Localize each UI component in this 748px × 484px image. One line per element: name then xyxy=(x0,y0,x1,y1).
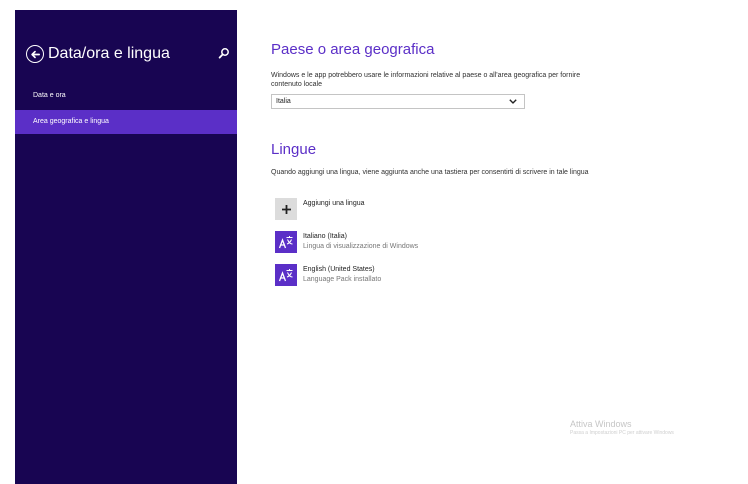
language-name: English (United States) xyxy=(303,266,375,273)
sidebar-item-label: Data e ora xyxy=(33,92,66,99)
language-status: Language Pack installato xyxy=(303,276,382,283)
search-icon[interactable] xyxy=(218,47,230,59)
chevron-down-icon xyxy=(509,99,517,104)
country-dropdown-value: Italia xyxy=(276,98,291,105)
sidebar-item-date-time[interactable]: Data e ora xyxy=(15,84,237,108)
sidebar-header: Data/ora e lingua xyxy=(26,43,237,67)
language-icon xyxy=(275,264,297,286)
region-description: Windows e le app potrebbero usare le inf… xyxy=(271,72,581,88)
sidebar: Data/ora e lingua Data e ora Area geogra… xyxy=(15,10,237,484)
language-item-english[interactable]: English (United States) Language Pack in… xyxy=(275,264,535,286)
language-status: Lingua di visualizzazione di Windows xyxy=(303,243,419,250)
main-content: Paese o area geografica Windows e le app… xyxy=(271,0,731,484)
plus-icon xyxy=(275,198,297,220)
language-icon xyxy=(275,231,297,253)
country-dropdown[interactable]: Italia xyxy=(271,94,525,109)
activation-watermark: Attiva Windows Passa a Impostazioni PC p… xyxy=(570,418,748,437)
language-name: Italiano (Italia) xyxy=(303,233,347,240)
region-section-title: Paese o area geografica xyxy=(271,41,435,58)
sidebar-title: Data/ora e lingua xyxy=(48,45,170,62)
languages-description: Quando aggiungi una lingua, viene aggiun… xyxy=(271,169,589,176)
add-language-button[interactable]: Aggiungi una lingua xyxy=(275,198,475,220)
sidebar-item-label: Area geografica e lingua xyxy=(33,118,109,125)
language-item-italian[interactable]: Italiano (Italia) Lingua di visualizzazi… xyxy=(275,231,535,253)
watermark-subtitle: Passa a Impostazioni PC per attivare Win… xyxy=(570,430,674,436)
languages-section-title: Lingue xyxy=(271,141,317,158)
add-language-label: Aggiungi una lingua xyxy=(303,200,365,207)
back-arrow-circle-icon[interactable] xyxy=(26,45,44,63)
watermark-title: Attiva Windows xyxy=(570,419,632,429)
sidebar-item-region-language[interactable]: Area geografica e lingua xyxy=(15,110,237,134)
